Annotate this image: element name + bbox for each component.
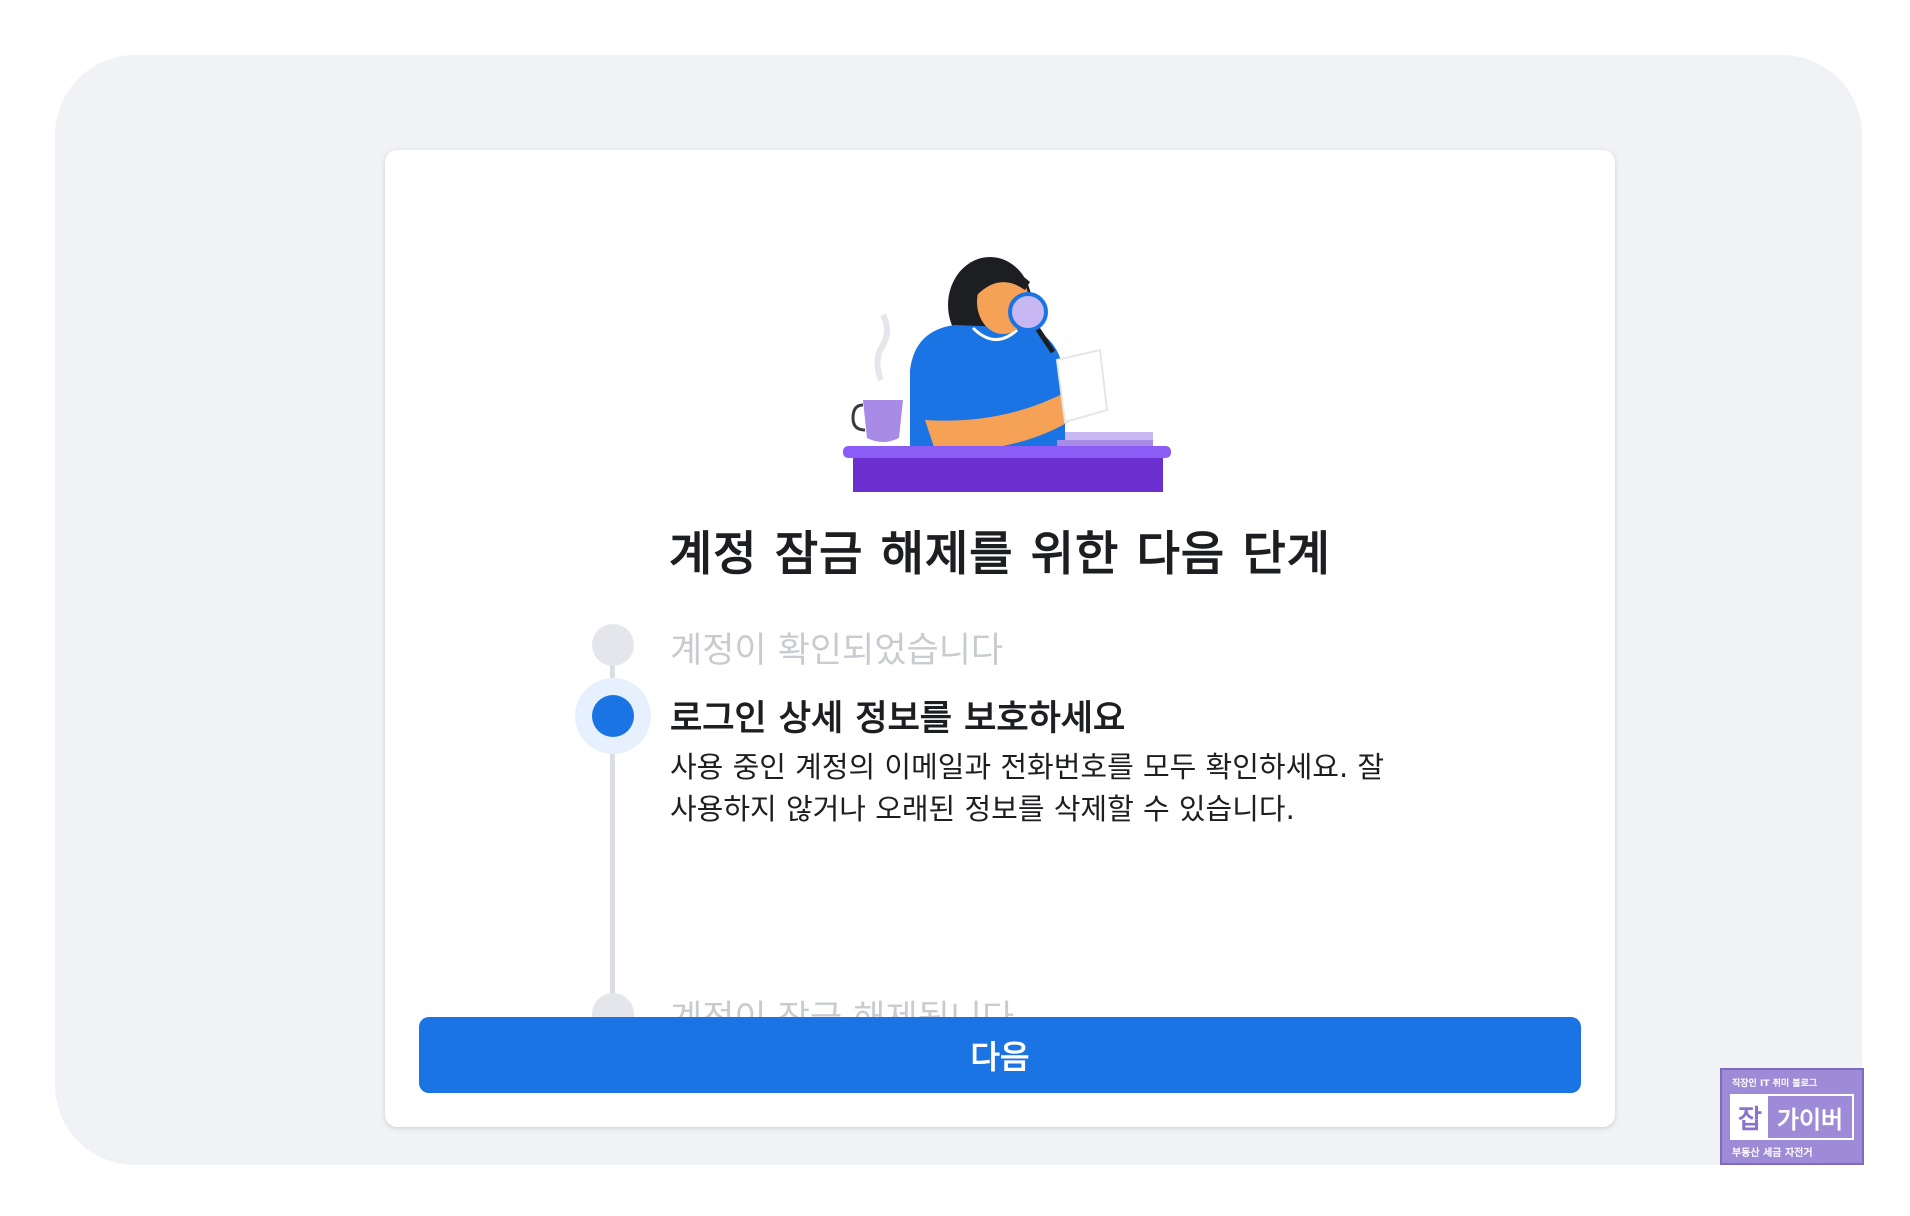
- step-1-label: 계정이 확인되었습니다: [670, 631, 1004, 671]
- woman-with-magnifying-glass-illustration: [843, 257, 1171, 492]
- step-1-indicator: [592, 624, 634, 666]
- page-title: 계정 잠금 해제를 위한 다음 단계: [669, 527, 1331, 582]
- watermark-main: 잡 가이버: [1730, 1094, 1854, 1140]
- page-background: 계정 잠금 해제를 위한 다음 단계 계정이 확인되었습니다 로그인 상세 정보…: [55, 55, 1862, 1165]
- step-2-indicator: [592, 695, 634, 737]
- watermark-name: 가이버: [1776, 1105, 1844, 1134]
- watermark-logo-char: 잡: [1732, 1096, 1768, 1138]
- unlock-steps-card: 계정 잠금 해제를 위한 다음 단계 계정이 확인되었습니다 로그인 상세 정보…: [385, 150, 1615, 1127]
- next-button[interactable]: 다음: [419, 1017, 1581, 1093]
- step-2-label: 로그인 상세 정보를 보호하세요: [670, 699, 1126, 739]
- blog-watermark-logo: 직장인 IT 취미 블로그 잡 가이버 부동산 세금 자전거: [1720, 1068, 1864, 1165]
- watermark-bottom-text: 부동산 세금 자전거: [1732, 1148, 1813, 1159]
- step-2-description: 사용 중인 계정의 이메일과 전화번호를 모두 확인하세요. 잘 사용하지 않거…: [670, 750, 1385, 826]
- watermark-top-text: 직장인 IT 취미 블로그: [1732, 1079, 1818, 1089]
